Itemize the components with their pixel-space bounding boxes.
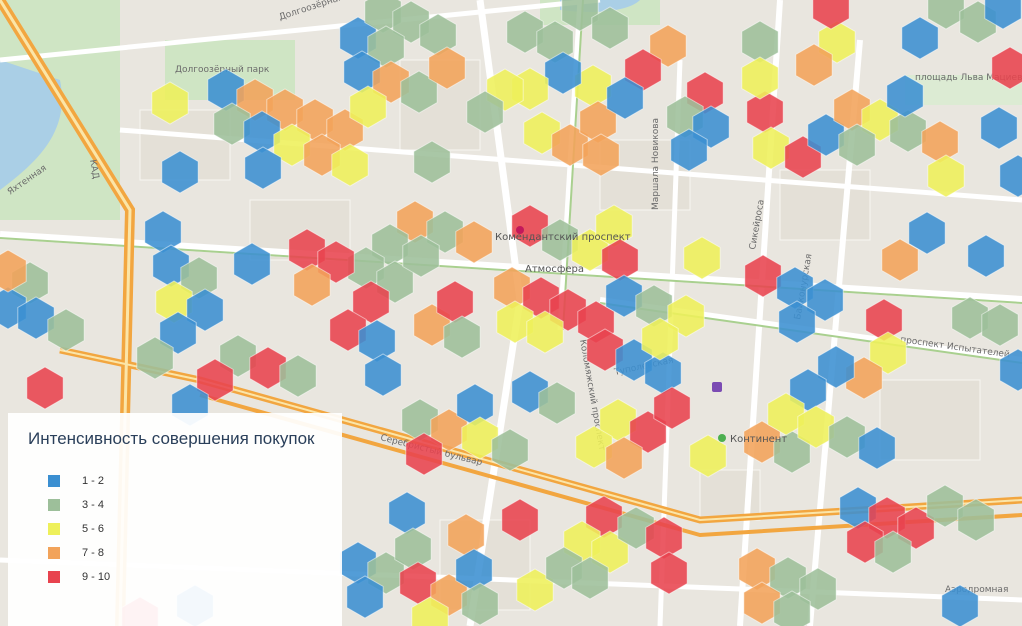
legend-item: 1 - 2 (48, 469, 328, 493)
hex-cell[interactable] (901, 16, 939, 60)
street-label-marshala: Маршала Новикова (651, 118, 661, 210)
legend-title: Интенсивность совершения покупок (28, 429, 315, 448)
legend-label: 5 - 6 (82, 523, 105, 535)
hex-cell[interactable] (921, 120, 959, 164)
legend-item: 7 - 8 (48, 541, 328, 565)
legend-label: 7 - 8 (82, 547, 105, 559)
legend-label: 3 - 4 (82, 499, 105, 511)
poi-label-atmosfera: Атмосфера (525, 264, 584, 275)
poi-label-metro: Комендантский проспект (495, 232, 631, 243)
legend-swatch (48, 499, 60, 511)
legend-item: 3 - 4 (48, 493, 328, 517)
legend-swatch (48, 571, 60, 583)
hex-cell[interactable] (26, 366, 64, 410)
legend-label: 9 - 10 (82, 571, 111, 583)
hex-cell[interactable] (744, 254, 782, 298)
hex-cell[interactable] (999, 154, 1022, 198)
legend-item: 9 - 10 (48, 565, 328, 589)
legend-swatch (48, 523, 60, 535)
hex-cell[interactable] (752, 126, 790, 170)
metro-icon (516, 226, 524, 234)
legend-label: 1 - 2 (82, 475, 105, 487)
legend-item: 5 - 6 (48, 517, 328, 541)
legend-swatch (48, 475, 60, 487)
hex-cell[interactable] (746, 90, 784, 134)
legend-list: 1 - 2 3 - 4 5 - 6 7 - 8 9 - 10 (22, 469, 328, 589)
mall-icon (718, 434, 726, 442)
legend-swatch (48, 547, 60, 559)
map-view[interactable]: Долгоозёрная Долгоозёрный парк Яхтенная … (0, 0, 1022, 626)
hex-cell[interactable] (980, 106, 1018, 150)
street-label-dolgoozernaya: Долгоозёрная (278, 0, 345, 23)
map-legend: Интенсивность совершения покупок 1 - 2 3 … (8, 413, 342, 626)
poi-label-kontinent: Континент (730, 434, 787, 445)
shop-icon (712, 382, 722, 392)
hex-cell[interactable] (388, 491, 426, 535)
hex-cell[interactable] (683, 236, 721, 280)
hex-cell[interactable] (364, 353, 402, 397)
hex-cell[interactable] (967, 234, 1005, 278)
